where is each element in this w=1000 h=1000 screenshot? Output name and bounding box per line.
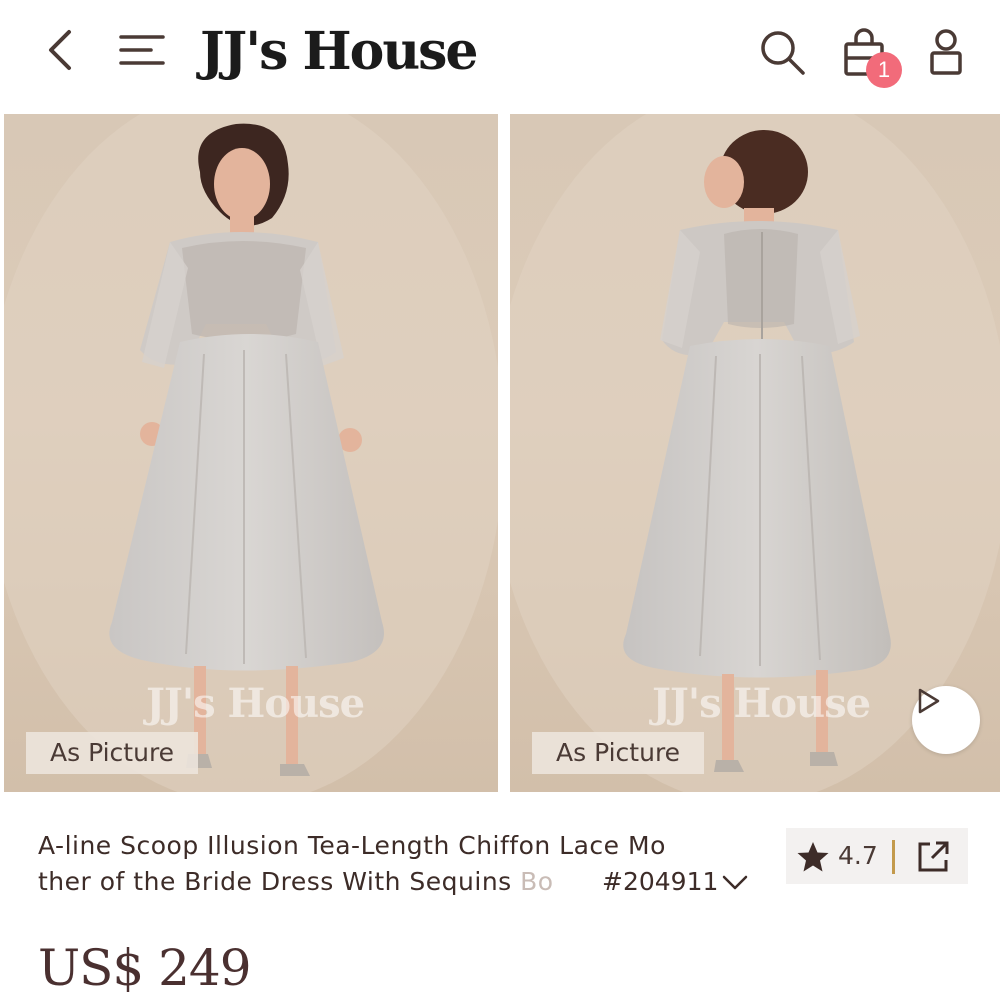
top-app-bar: JJ's House 1 (0, 0, 1000, 112)
brand-logo[interactable]: JJ's House (200, 20, 478, 84)
back-button[interactable] (36, 22, 84, 78)
product-title-line-1: A-line Scoop Illusion Tea-Length Chiffon… (38, 831, 666, 860)
user-icon (930, 29, 962, 75)
product-image-gallery[interactable]: JJ's House As Picture JJ's House As Pict… (0, 114, 1000, 792)
play-icon (918, 688, 940, 714)
rating-value[interactable]: 4.7 (838, 838, 878, 874)
product-title-line-2-text: ther of the Bride Dress With Sequins (38, 867, 521, 896)
product-photo-front[interactable]: JJ's House As Picture (4, 114, 498, 792)
rating-divider (892, 840, 895, 874)
search-icon (761, 31, 805, 75)
hamburger-menu-icon (119, 35, 165, 65)
color-label: As Picture (532, 732, 705, 774)
chevron-left-icon (49, 30, 71, 70)
product-photo-back[interactable]: JJ's House As Picture (510, 114, 1000, 792)
search-button[interactable] (752, 22, 812, 82)
cart-count-badge: 1 (866, 52, 902, 88)
image-watermark: JJ's House (652, 680, 871, 727)
play-video-button[interactable] (912, 686, 980, 754)
menu-button[interactable] (114, 22, 170, 78)
expand-title-button[interactable] (718, 866, 752, 900)
image-watermark: JJ's House (146, 680, 365, 727)
account-button[interactable] (916, 22, 976, 82)
rating-share-box: 4.7 (786, 828, 968, 884)
color-label: As Picture (26, 732, 199, 774)
product-sku: #204911 (602, 864, 719, 900)
product-price: US$ 249 (38, 939, 252, 997)
star-icon (797, 842, 829, 872)
share-icon[interactable] (914, 838, 952, 876)
product-title-truncated: Bo (520, 867, 554, 896)
chevron-down-icon (722, 875, 748, 890)
